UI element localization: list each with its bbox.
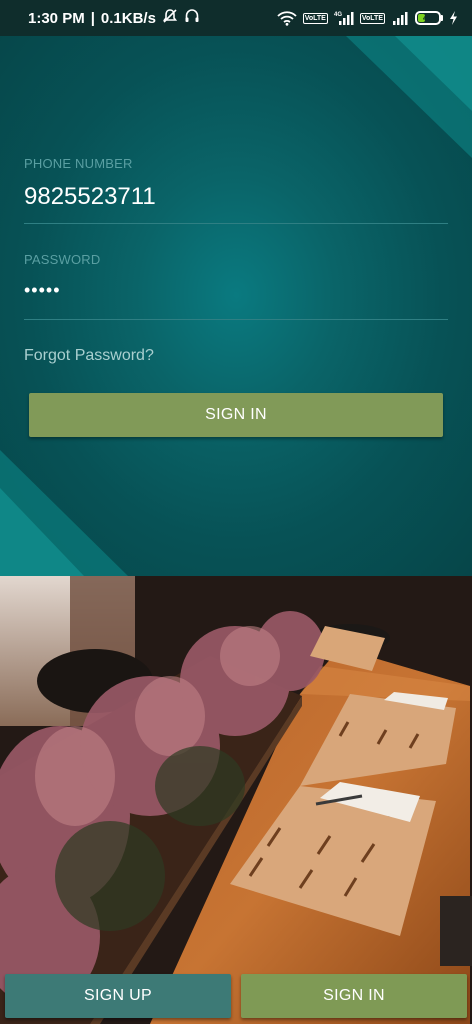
charging-icon bbox=[449, 11, 458, 25]
phone-number-underline bbox=[24, 223, 448, 224]
status-right: VoLTE 4G VoLTE 40 bbox=[277, 10, 458, 26]
volte-icon: VoLTE bbox=[302, 12, 328, 24]
bottom-sign-in-button[interactable]: SIGN IN bbox=[241, 974, 467, 1018]
signal-icon-2 bbox=[391, 11, 409, 25]
status-separator: | bbox=[90, 9, 95, 27]
alarm-off-icon bbox=[162, 8, 178, 28]
battery-icon: 40 bbox=[415, 11, 443, 25]
background-decoration bbox=[0, 36, 472, 576]
sign-in-button[interactable]: SIGN IN bbox=[29, 393, 443, 437]
login-panel: PHONE NUMBER PASSWORD ••••• Forgot Passw… bbox=[0, 36, 472, 576]
status-time: 1:30 PM bbox=[28, 9, 85, 27]
forgot-password-link[interactable]: Forgot Password? bbox=[24, 347, 154, 365]
signal-icon: 4G bbox=[334, 11, 354, 25]
wifi-icon bbox=[277, 10, 297, 26]
volte-icon-2: VoLTE bbox=[359, 12, 385, 24]
battery-level-text: 40 bbox=[422, 13, 433, 23]
status-left: 1:30 PM | 0.1KB/s bbox=[28, 8, 200, 28]
password-underline bbox=[24, 319, 448, 320]
phone-number-label: PHONE NUMBER bbox=[24, 156, 133, 171]
status-net-speed: 0.1KB/s bbox=[100, 9, 156, 27]
battery-tip bbox=[441, 15, 443, 21]
network-type-label: 4G bbox=[334, 12, 342, 18]
password-input[interactable]: ••••• bbox=[24, 280, 444, 304]
battery-body: 40 bbox=[415, 11, 441, 25]
headphones-icon bbox=[184, 8, 200, 28]
status-bar: 1:30 PM | 0.1KB/s VoLTE 4G VoLTE 40 bbox=[0, 0, 472, 36]
phone-number-input[interactable] bbox=[24, 180, 444, 214]
login-screen: 1:30 PM | 0.1KB/s VoLTE 4G VoLTE 40 PHON… bbox=[0, 0, 472, 1024]
restaurant-table-photo bbox=[0, 576, 472, 1024]
password-label: PASSWORD bbox=[24, 252, 101, 267]
sign-up-button[interactable]: SIGN UP bbox=[5, 974, 231, 1018]
